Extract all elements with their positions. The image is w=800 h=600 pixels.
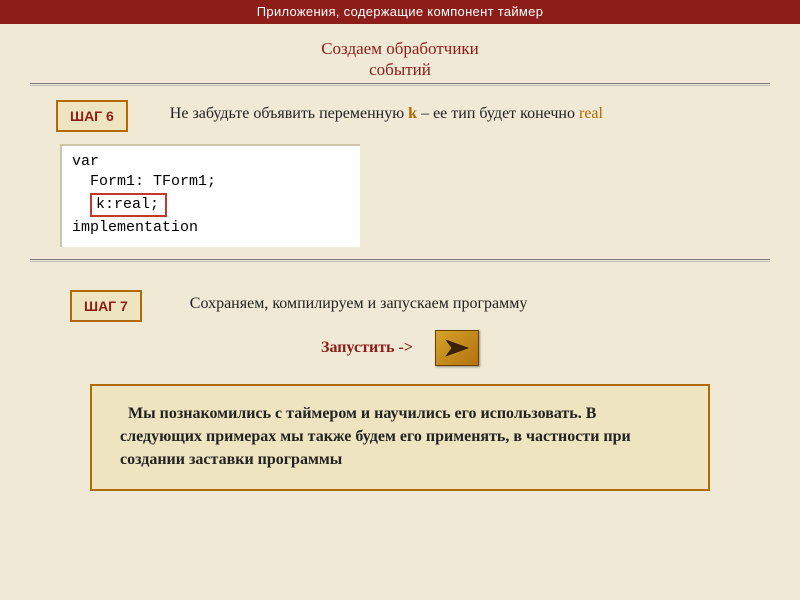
step6-text-before: Не забудьте объявить переменную (170, 105, 408, 122)
subtitle-line2: событий (369, 60, 431, 79)
divider-mid (30, 259, 770, 262)
code-line-4: implementation (72, 218, 350, 238)
code-line-1: var (72, 152, 350, 172)
step6-text: Не забудьте объявить переменную k – ее т… (158, 100, 603, 125)
step7-badge: ШАГ 7 (70, 290, 142, 322)
play-arrow-icon (444, 337, 470, 359)
code-line-3-wrap: k:real; (72, 192, 350, 218)
step7-text: Сохраняем, компилируем и запускаем прогр… (182, 290, 528, 315)
code-box: var Form1: TForm1; k:real; implementatio… (60, 144, 360, 247)
subtitle: Создаем обработчики событий (0, 38, 800, 81)
header-bar: Приложения, содержащие компонент таймер (0, 0, 800, 24)
summary-text: Мы познакомились с таймером и научились … (120, 405, 631, 468)
code-highlight: k:real; (90, 193, 167, 217)
step6-text-mid: – ее тип будет конечно (417, 105, 579, 122)
step7-row: ШАГ 7 Сохраняем, компилируем и запускаем… (0, 290, 800, 322)
step6-k: k (408, 105, 417, 122)
summary-box: Мы познакомились с таймером и научились … (90, 384, 710, 492)
divider-top (30, 83, 770, 86)
step7-text-content: Сохраняем, компилируем и запускаем прогр… (190, 295, 528, 312)
subtitle-line1: Создаем обработчики (321, 39, 479, 58)
step6-row: ШАГ 6 Не забудьте объявить переменную k … (0, 100, 800, 132)
header-title: Приложения, содержащие компонент таймер (257, 4, 543, 19)
launch-label: Запустить -> (321, 339, 413, 357)
code-line-2: Form1: TForm1; (72, 172, 350, 192)
launch-button[interactable] (435, 330, 479, 366)
launch-row: Запустить -> (0, 330, 800, 366)
step6-real: real (579, 105, 603, 122)
step6-badge: ШАГ 6 (56, 100, 128, 132)
